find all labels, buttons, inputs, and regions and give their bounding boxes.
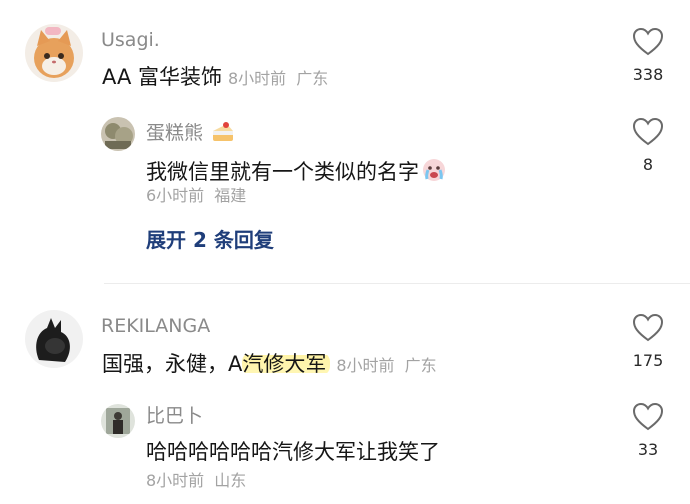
reply-time: 8小时前 [146, 471, 205, 490]
like-count: 338 [632, 65, 664, 84]
comment-author[interactable]: Usagi. [101, 31, 160, 50]
heart-outline-icon [632, 313, 664, 342]
reply-meta: 6小时前 福建 [146, 188, 246, 204]
like-button[interactable]: 8 [623, 117, 673, 174]
comment-body: 国强，永健，A [102, 352, 243, 376]
comment-location: 广东 [296, 69, 329, 88]
reply-time: 6小时前 [146, 186, 205, 205]
comment-time: 8小时前 [228, 69, 287, 88]
like-button[interactable]: 33 [623, 402, 673, 459]
cake-emoji-icon [211, 121, 235, 147]
avatar[interactable] [25, 310, 83, 368]
comment-time: 8小时前 [336, 356, 395, 375]
avatar[interactable] [101, 117, 135, 151]
comment-text: AA 富华装饰 8小时前 广东 [102, 67, 328, 88]
like-button[interactable]: 175 [623, 313, 673, 370]
avatar[interactable] [101, 404, 135, 438]
like-button[interactable]: 338 [623, 27, 673, 84]
comment-text: 国强，永健，A汽修大军 8小时前 广东 [102, 352, 437, 376]
comment-location: 广东 [404, 356, 437, 375]
divider [104, 283, 690, 284]
reply-meta: 8小时前 山东 [146, 473, 246, 489]
highlighted-keyword[interactable]: 汽修大军 [242, 352, 331, 376]
expand-replies-button[interactable]: 展开 2 条回复 [146, 230, 274, 250]
comment-section: Usagi. AA 富华装饰 8小时前 广东 338 蛋糕熊 我微信里就有一个类… [0, 0, 690, 504]
like-count: 33 [637, 440, 659, 459]
comment-body: AA 富华装饰 [102, 65, 222, 89]
reply-location: 福建 [214, 186, 247, 205]
reply-text: 哈哈哈哈哈哈汽修大军让我笑了 [146, 440, 440, 464]
avatar[interactable] [25, 24, 83, 82]
crying-face-emoji-icon [421, 157, 447, 187]
like-count: 175 [632, 351, 664, 370]
like-count: 8 [642, 155, 654, 174]
heart-outline-icon [632, 402, 664, 431]
reply-author[interactable]: 比巴卜 [146, 407, 203, 426]
reply-location: 山东 [214, 471, 247, 490]
heart-outline-icon [632, 117, 664, 146]
reply-author[interactable]: 蛋糕熊 [146, 121, 235, 147]
comment-author[interactable]: REKILANGA [101, 317, 210, 336]
heart-outline-icon [632, 27, 664, 56]
reply-text: 我微信里就有一个类似的名字 [146, 157, 447, 187]
